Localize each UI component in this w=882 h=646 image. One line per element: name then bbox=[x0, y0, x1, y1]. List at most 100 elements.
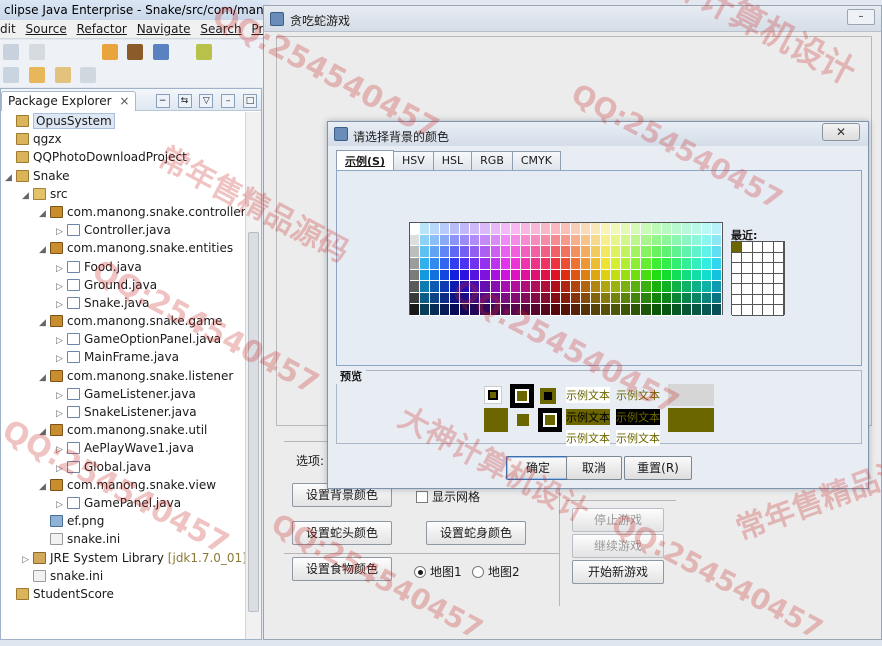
color-swatch[interactable] bbox=[440, 246, 451, 258]
color-swatch[interactable] bbox=[460, 246, 471, 258]
color-swatch[interactable] bbox=[591, 246, 602, 258]
recent-swatch[interactable] bbox=[752, 242, 764, 253]
color-swatch[interactable] bbox=[701, 269, 712, 282]
color-swatch[interactable] bbox=[420, 281, 431, 293]
color-swatch[interactable] bbox=[671, 292, 682, 305]
tree-item[interactable]: ◢ Snake bbox=[1, 167, 245, 185]
color-swatch[interactable] bbox=[651, 246, 662, 258]
color-swatch[interactable] bbox=[420, 292, 431, 305]
color-swatch[interactable] bbox=[611, 281, 622, 293]
color-swatch[interactable] bbox=[430, 281, 441, 293]
color-swatch[interactable] bbox=[550, 234, 561, 247]
color-swatch[interactable] bbox=[621, 304, 632, 316]
tree-item[interactable]: ▷ Snake.java bbox=[1, 294, 245, 312]
minimize-button[interactable]: – bbox=[847, 9, 875, 25]
color-swatch[interactable] bbox=[500, 223, 511, 235]
color-swatch[interactable] bbox=[530, 246, 541, 258]
color-swatch[interactable] bbox=[621, 257, 632, 270]
color-swatch[interactable] bbox=[601, 257, 612, 270]
resume-game-button[interactable]: 继续游戏 bbox=[572, 534, 664, 558]
recent-swatch[interactable] bbox=[752, 294, 764, 306]
tree-item[interactable]: ◢ com.manong.snake.game bbox=[1, 312, 245, 330]
color-swatch[interactable] bbox=[480, 269, 491, 282]
color-swatch[interactable] bbox=[510, 257, 521, 270]
recent-swatch[interactable] bbox=[742, 284, 753, 295]
color-swatch[interactable] bbox=[671, 257, 682, 270]
color-swatch[interactable] bbox=[540, 223, 551, 235]
recent-swatch[interactable] bbox=[773, 242, 785, 253]
color-swatch[interactable] bbox=[430, 292, 441, 305]
color-swatch[interactable] bbox=[611, 304, 622, 316]
map2-radio[interactable]: 地图2 bbox=[472, 563, 520, 580]
color-swatch[interactable] bbox=[641, 234, 652, 247]
color-swatch[interactable] bbox=[430, 304, 441, 316]
color-swatch[interactable] bbox=[711, 281, 722, 293]
last-edit-icon[interactable] bbox=[28, 67, 45, 83]
color-swatch[interactable] bbox=[420, 223, 431, 235]
collapse-all-icon[interactable]: − bbox=[155, 94, 170, 108]
color-swatch[interactable] bbox=[500, 292, 511, 305]
color-swatch[interactable] bbox=[550, 223, 561, 235]
color-swatch[interactable] bbox=[450, 234, 461, 247]
tree-item[interactable]: ▷ Global.java bbox=[1, 458, 245, 476]
color-swatch[interactable] bbox=[410, 269, 421, 282]
color-swatch[interactable] bbox=[470, 246, 481, 258]
color-swatch[interactable] bbox=[641, 269, 652, 282]
color-swatch[interactable] bbox=[510, 223, 521, 235]
color-swatch[interactable] bbox=[601, 246, 612, 258]
color-swatch[interactable] bbox=[591, 269, 602, 282]
color-swatch[interactable] bbox=[631, 234, 642, 247]
recent-swatch[interactable] bbox=[752, 273, 764, 285]
open-type-icon[interactable] bbox=[127, 44, 144, 60]
color-swatch[interactable] bbox=[410, 257, 421, 270]
tree-item[interactable]: ◢ com.manong.snake.view bbox=[1, 476, 245, 494]
color-swatch[interactable] bbox=[440, 223, 451, 235]
recent-swatch[interactable] bbox=[732, 305, 743, 316]
color-swatch[interactable] bbox=[420, 269, 431, 282]
color-swatch[interactable] bbox=[681, 223, 692, 235]
recent-swatch[interactable] bbox=[742, 273, 753, 285]
color-swatch[interactable] bbox=[681, 304, 692, 316]
recent-swatch[interactable] bbox=[773, 294, 785, 306]
color-swatch[interactable] bbox=[410, 234, 421, 247]
color-swatch[interactable] bbox=[701, 223, 712, 235]
color-swatch[interactable] bbox=[420, 304, 431, 316]
menu-edit[interactable]: dit bbox=[0, 20, 22, 36]
color-swatch[interactable] bbox=[571, 292, 582, 305]
color-swatch[interactable] bbox=[661, 304, 672, 316]
color-swatch[interactable] bbox=[711, 234, 722, 247]
color-swatch[interactable] bbox=[711, 246, 722, 258]
recent-swatch[interactable] bbox=[763, 284, 774, 295]
color-swatch[interactable] bbox=[460, 281, 471, 293]
tree-item[interactable]: qgzx bbox=[1, 130, 245, 148]
color-swatch[interactable] bbox=[530, 234, 541, 247]
color-swatch[interactable] bbox=[560, 292, 571, 305]
color-swatch[interactable] bbox=[550, 269, 561, 282]
scrollbar-thumb[interactable] bbox=[248, 232, 259, 612]
tree-item[interactable]: ▷ GameOptionPanel.java bbox=[1, 330, 245, 348]
tree-scrollbar[interactable] bbox=[245, 112, 261, 639]
color-swatch[interactable] bbox=[671, 304, 682, 316]
color-swatch[interactable] bbox=[651, 257, 662, 270]
color-swatch[interactable] bbox=[671, 281, 682, 293]
color-swatch[interactable] bbox=[550, 281, 561, 293]
color-swatch[interactable] bbox=[510, 234, 521, 247]
tree-item[interactable]: ▷ SnakeListener.java bbox=[1, 403, 245, 421]
color-swatch[interactable] bbox=[611, 269, 622, 282]
forward-arrow-icon[interactable] bbox=[80, 67, 97, 83]
color-swatch[interactable] bbox=[540, 234, 551, 247]
color-swatch[interactable] bbox=[490, 223, 501, 235]
color-swatch[interactable] bbox=[520, 292, 531, 305]
color-swatch[interactable] bbox=[560, 234, 571, 247]
tree-item[interactable]: ▷ GameListener.java bbox=[1, 385, 245, 403]
color-swatch[interactable] bbox=[430, 223, 441, 235]
swatch-grid[interactable] bbox=[409, 222, 723, 316]
tree-item[interactable]: ◢ src bbox=[1, 185, 245, 203]
color-swatch[interactable] bbox=[440, 281, 451, 293]
color-swatch[interactable] bbox=[460, 292, 471, 305]
color-swatch[interactable] bbox=[560, 223, 571, 235]
color-swatch[interactable] bbox=[450, 281, 461, 293]
color-swatch[interactable] bbox=[440, 304, 451, 316]
color-swatch[interactable] bbox=[651, 269, 662, 282]
color-swatch[interactable] bbox=[591, 281, 602, 293]
